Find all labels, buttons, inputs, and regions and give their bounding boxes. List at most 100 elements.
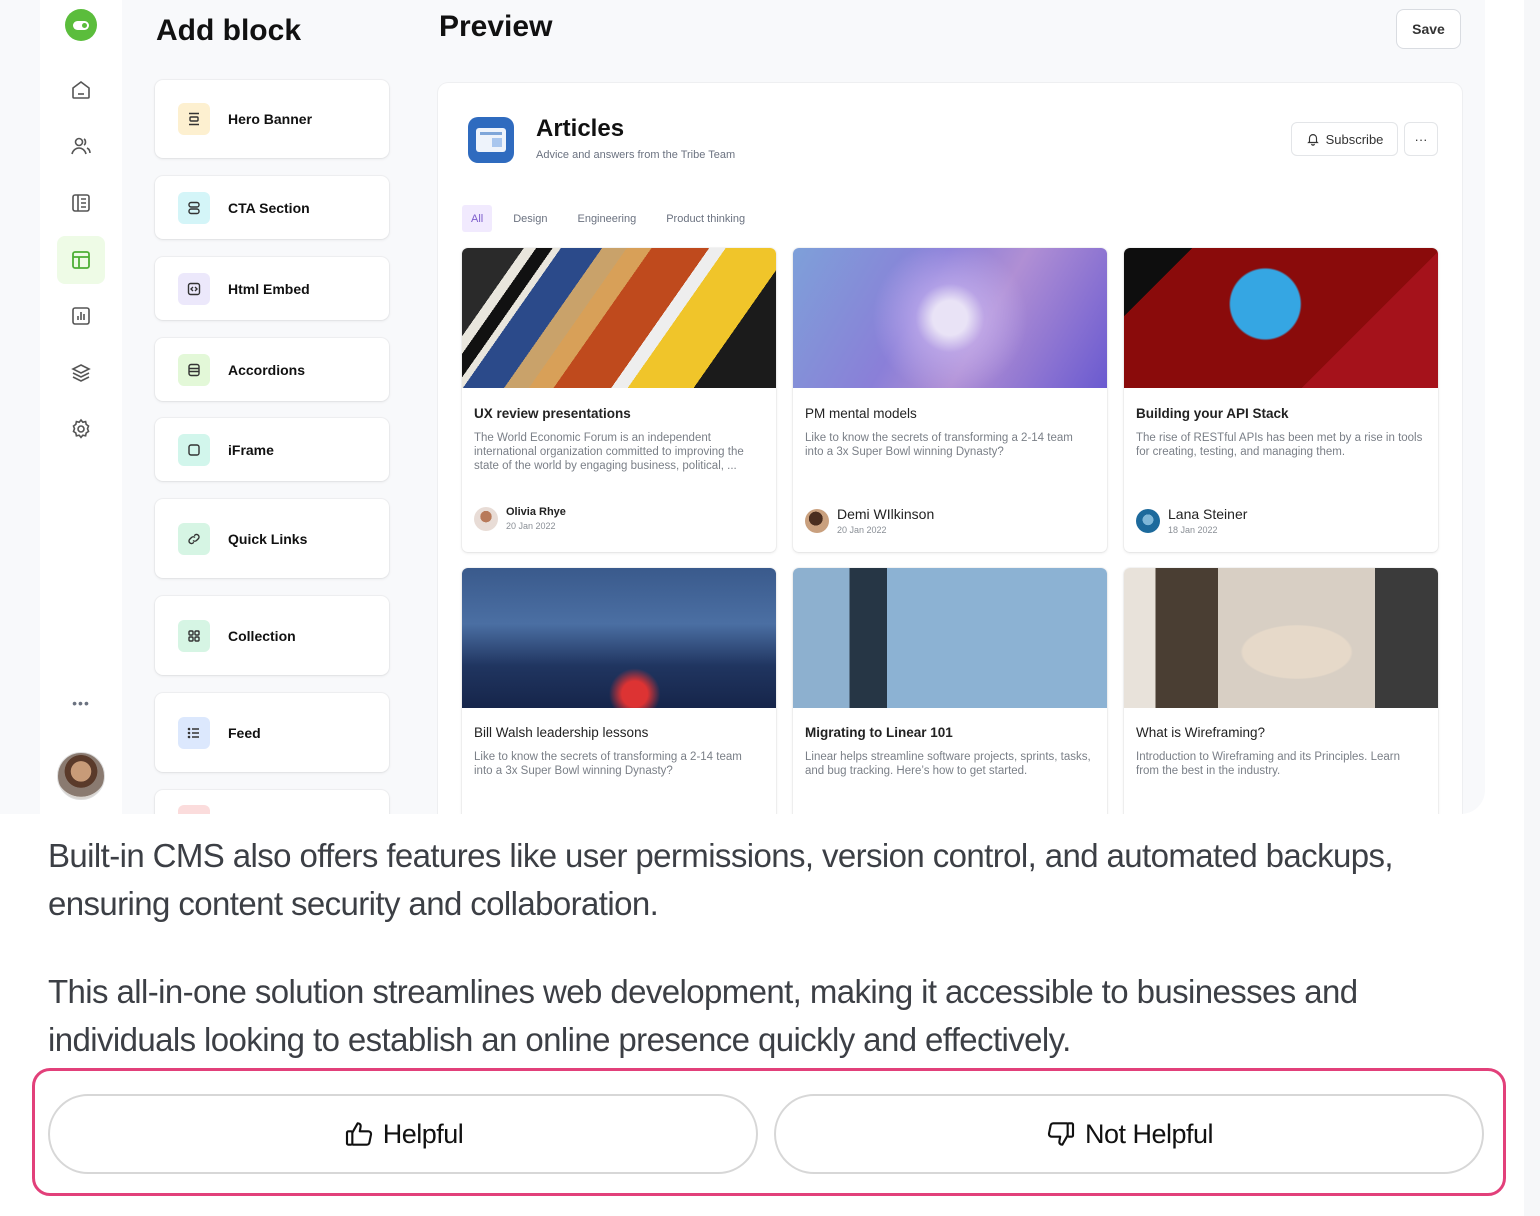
block-label: Collection — [228, 627, 296, 644]
tab-product-thinking[interactable]: Product thinking — [657, 205, 754, 232]
list-icon — [178, 716, 210, 749]
author-name: Olivia Rhye — [506, 506, 566, 518]
chart-icon — [72, 307, 90, 325]
article-image — [793, 568, 1107, 708]
article-card[interactable]: Bill Walsh leadership lessons Like to kn… — [462, 568, 776, 814]
toggle-logo-icon — [73, 20, 89, 30]
users-icon — [71, 137, 91, 155]
article-title: UX review presentations — [474, 406, 631, 421]
block-label: Quick Links — [228, 530, 308, 547]
thumbs-up-icon — [345, 1122, 372, 1146]
cta-section-icon — [178, 191, 210, 224]
more-options-icon[interactable]: ••• — [69, 694, 93, 712]
sidebar-item-settings[interactable] — [57, 405, 105, 453]
hero-banner-icon — [178, 103, 210, 135]
space-subtitle: Advice and answers from the Tribe Team — [536, 149, 736, 161]
article-card[interactable]: UX review presentations The World Econom… — [462, 248, 776, 552]
article-description: The World Economic Forum is an independe… — [474, 432, 744, 472]
user-avatar[interactable] — [57, 752, 105, 800]
block-label: Hero Banner — [228, 111, 313, 127]
article-author: Lana Steiner 18 Jan 2022 — [1136, 506, 1247, 535]
article-date: 20 Jan 2022 — [506, 521, 556, 531]
icon-sidebar: ••• — [40, 0, 122, 814]
block-label: Accordions — [228, 361, 306, 378]
tab-all[interactable]: All — [462, 205, 493, 232]
article-card[interactable]: PM mental models Like to know the secret… — [793, 248, 1107, 552]
author-avatar — [474, 506, 498, 531]
tab-engineering[interactable]: Engineering — [568, 205, 645, 232]
code-icon — [178, 272, 210, 305]
helpful-button[interactable]: Helpful — [48, 1094, 758, 1174]
subscribe-label: Subscribe — [1325, 131, 1384, 147]
tab-design[interactable]: Design — [504, 205, 556, 232]
block-accordions[interactable]: Accordions — [155, 338, 389, 401]
article-card[interactable]: Migrating to Linear 101 Linear helps str… — [793, 568, 1107, 814]
preview-title: Preview — [439, 10, 553, 43]
article-image — [1124, 248, 1438, 388]
article-date: 20 Jan 2022 — [837, 525, 887, 535]
article-paragraph: This all-in-one solution streamlines web… — [48, 973, 1358, 1058]
sidebar-item-members[interactable] — [57, 122, 105, 170]
subscribe-button[interactable]: Subscribe — [1291, 122, 1398, 156]
article-card[interactable]: What is Wireframing? Introduction to Wir… — [1124, 568, 1438, 814]
sidebar-item-layout[interactable] — [57, 236, 105, 284]
link-icon — [178, 522, 210, 555]
block-label: Feed — [228, 724, 261, 741]
more-options-button[interactable]: ··· — [1404, 122, 1438, 156]
article-title: What is Wireframing? — [1136, 725, 1266, 740]
block-collection[interactable]: Collection — [155, 596, 389, 675]
article-description: The rise of RESTful APIs has been met by… — [1136, 432, 1423, 458]
save-button[interactable]: Save — [1396, 9, 1461, 49]
block-icon — [178, 805, 210, 814]
block-partial[interactable] — [155, 790, 389, 814]
space-title: Articles — [536, 115, 625, 142]
block-quick-links[interactable]: Quick Links — [155, 499, 389, 578]
block-label: Html Embed — [228, 280, 310, 297]
article-date: 18 Jan 2022 — [1168, 525, 1218, 535]
sidebar-item-home[interactable] — [57, 66, 105, 114]
not-helpful-label: Not Helpful — [1084, 1118, 1214, 1149]
home-icon — [72, 81, 90, 99]
block-label: CTA Section — [228, 199, 310, 216]
article-author: Demi WIlkinson 20 Jan 2022 — [805, 506, 934, 535]
article-author: Olivia Rhye 20 Jan 2022 — [474, 506, 566, 531]
article-title: Bill Walsh leadership lessons — [474, 725, 649, 740]
article-description: Like to know the secrets of transforming… — [474, 751, 742, 777]
not-helpful-button[interactable]: Not Helpful — [774, 1094, 1484, 1174]
article-image — [462, 568, 776, 708]
add-block-title: Add block — [156, 14, 302, 47]
sidebar-item-apps[interactable] — [57, 349, 105, 397]
bell-icon — [1306, 134, 1319, 146]
article-image — [462, 248, 776, 388]
block-hero-banner[interactable]: Hero Banner — [155, 80, 389, 158]
app-screenshot: ••• Add block Hero Banner CTA Section Ht… — [0, 0, 1485, 814]
helpful-label: Helpful — [382, 1118, 464, 1149]
author-name: Demi WIlkinson — [837, 506, 935, 522]
gear-icon — [72, 418, 90, 439]
block-label: iFrame — [228, 441, 274, 458]
author-name: Lana Steiner — [1168, 506, 1248, 522]
article-description: Like to know the secrets of transforming… — [805, 432, 1073, 458]
article-image — [793, 248, 1107, 388]
block-cta-section[interactable]: CTA Section — [155, 176, 389, 239]
article-description: Introduction to Wireframing and its Prin… — [1136, 751, 1400, 777]
article-title: PM mental models — [805, 406, 917, 421]
thumbs-down-icon — [1047, 1122, 1075, 1146]
layout-icon — [72, 251, 90, 269]
accordion-icon — [178, 353, 210, 386]
article-title: Building your API Stack — [1136, 406, 1289, 421]
block-iframe[interactable]: iFrame — [155, 418, 389, 481]
block-feed[interactable]: Feed — [155, 693, 389, 772]
grid-icon — [178, 619, 210, 652]
article-image — [1124, 568, 1438, 708]
square-icon — [178, 433, 210, 466]
sidebar-item-content[interactable] — [57, 179, 105, 227]
sidebar-item-analytics[interactable] — [57, 292, 105, 340]
page-scrollbar-track[interactable] — [1524, 0, 1540, 1216]
article-card[interactable]: Building your API Stack The rise of REST… — [1124, 248, 1438, 552]
articles-icon — [468, 117, 514, 163]
category-tabs: All Design Engineering Product thinking — [462, 205, 766, 232]
app-logo[interactable] — [65, 9, 97, 41]
block-html-embed[interactable]: Html Embed — [155, 257, 389, 320]
layers-icon — [71, 364, 91, 382]
